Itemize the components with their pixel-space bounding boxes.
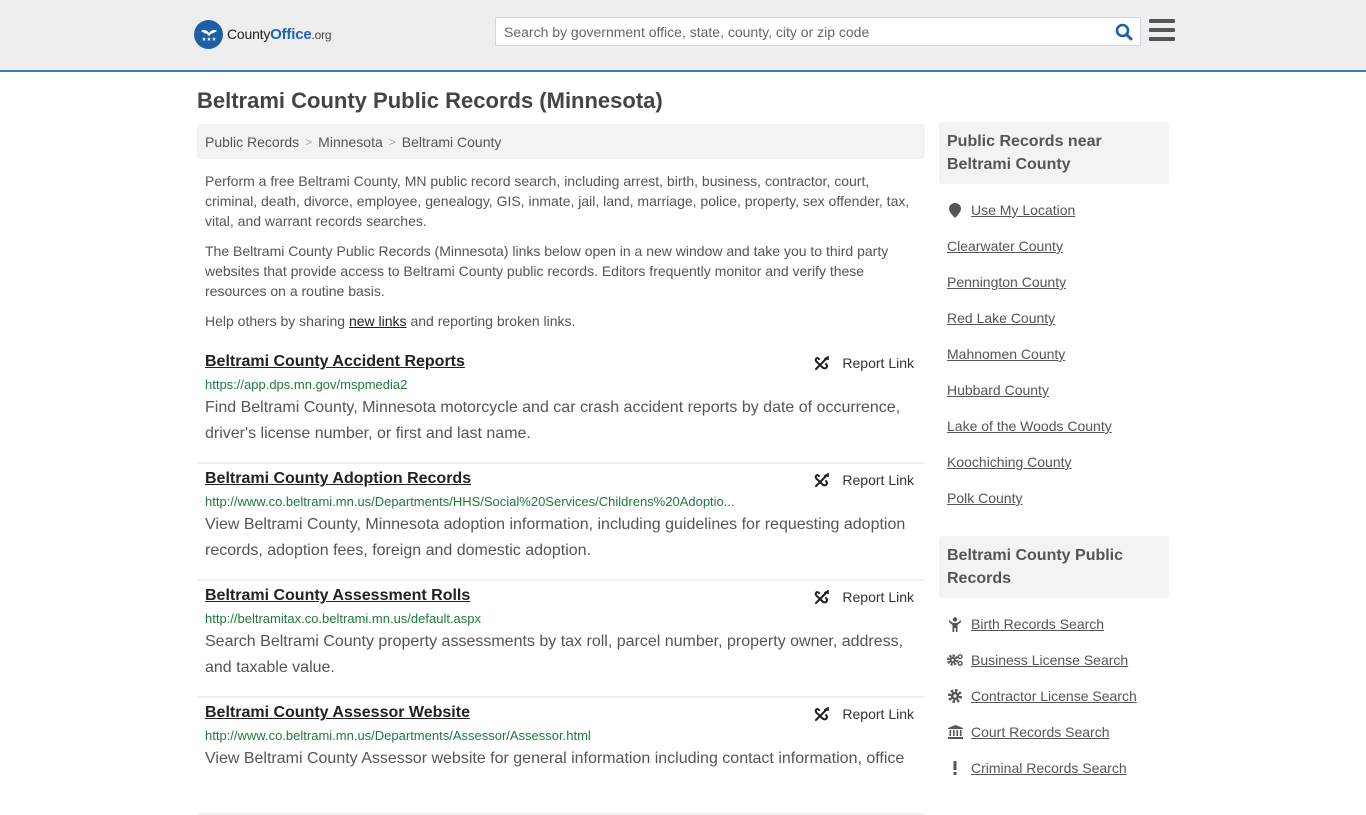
eagle-stars-logo-icon xyxy=(194,20,223,49)
search-button[interactable] xyxy=(1108,18,1140,45)
record-url: https://app.dps.mn.gov/mspmedia2 xyxy=(205,377,408,392)
county-records-heading: Beltrami County Public Records xyxy=(939,536,1169,598)
child-icon xyxy=(947,616,963,632)
nearby-county-link[interactable]: Lake of the Woods County xyxy=(947,418,1112,434)
nearby-county-link[interactable]: Hubbard County xyxy=(947,382,1049,398)
courthouse-icon xyxy=(947,725,963,739)
court-records-link[interactable]: Court Records Search xyxy=(971,724,1110,740)
report-link-label: Report Link xyxy=(842,706,914,722)
record-url: http://beltramitax.co.beltrami.mn.us/def… xyxy=(205,611,482,626)
records-list: Beltrami County Accident Reports Report … xyxy=(197,347,925,815)
broken-link-icon xyxy=(815,356,830,370)
record-title-link[interactable]: Beltrami County Accident Reports xyxy=(205,353,465,370)
breadcrumb-public-records[interactable]: Public Records xyxy=(205,134,299,150)
contractor-license-link[interactable]: Contractor License Search xyxy=(971,688,1137,704)
nearby-county-item: Red Lake County xyxy=(947,300,1161,336)
record-item: Beltrami County Assessor Website Report … xyxy=(197,698,925,815)
county-record-item: Court Records Search xyxy=(947,714,1161,750)
business-license-link[interactable]: Business License Search xyxy=(971,652,1128,668)
intro-text: Perform a free Beltrami County, MN publi… xyxy=(197,171,925,331)
logo-text: CountyOffice.org xyxy=(227,26,332,43)
help-text: Help others by sharing xyxy=(205,313,349,329)
hamburger-bar xyxy=(1149,28,1175,32)
intro-paragraph-3: Help others by sharing new links and rep… xyxy=(205,311,917,331)
nearby-county-item: Pennington County xyxy=(947,264,1161,300)
nearby-county-link[interactable]: Pennington County xyxy=(947,274,1066,290)
nearby-county-item: Koochiching County xyxy=(947,444,1161,480)
broken-link-icon xyxy=(815,590,830,604)
record-title-link[interactable]: Beltrami County Assessor Website xyxy=(205,704,470,721)
county-records-list: Birth Records Search Business License Se… xyxy=(939,606,1169,786)
nearby-county-item: Mahnomen County xyxy=(947,336,1161,372)
sidebar: Public Records near Beltrami County Use … xyxy=(939,122,1169,786)
breadcrumb-separator: > xyxy=(305,134,313,149)
record-item: Beltrami County Accident Reports Report … xyxy=(197,347,925,464)
hamburger-bar xyxy=(1149,37,1175,41)
page-title: Beltrami County Public Records (Minnesot… xyxy=(197,88,663,113)
report-link-button[interactable]: Report Link xyxy=(814,472,914,488)
nearby-county-link[interactable]: Polk County xyxy=(947,490,1022,506)
report-link-label: Report Link xyxy=(842,355,914,371)
broken-link-icon xyxy=(815,473,830,487)
search-input[interactable] xyxy=(496,18,1108,45)
birth-records-link[interactable]: Birth Records Search xyxy=(971,616,1104,632)
record-description: View Beltrami County Assessor website fo… xyxy=(205,750,905,767)
main-content: Public Records > Minnesota > Beltrami Co… xyxy=(197,124,925,815)
nearby-county-link[interactable]: Red Lake County xyxy=(947,310,1055,326)
county-record-item: Contractor License Search xyxy=(947,678,1161,714)
record-item: Beltrami County Adoption Records Report … xyxy=(197,464,925,581)
report-link-button[interactable]: Report Link xyxy=(814,355,914,371)
report-link-label: Report Link xyxy=(842,472,914,488)
logo[interactable]: CountyOffice.org xyxy=(194,20,332,49)
county-record-item: Birth Records Search xyxy=(947,606,1161,642)
report-link-label: Report Link xyxy=(842,589,914,605)
broken-link-icon xyxy=(815,707,830,721)
report-link-button[interactable]: Report Link xyxy=(814,589,914,605)
record-url: http://www.co.beltrami.mn.us/Departments… xyxy=(205,494,735,509)
record-description: Find Beltrami County, Minnesota motorcyc… xyxy=(205,399,901,442)
nearby-counties-list: Use My Location Clearwater County Pennin… xyxy=(939,192,1169,516)
intro-paragraph-1: Perform a free Beltrami County, MN publi… xyxy=(205,173,910,229)
county-record-item: Criminal Records Search xyxy=(947,750,1161,786)
use-my-location-item: Use My Location xyxy=(947,192,1161,228)
record-url: http://www.co.beltrami.mn.us/Departments… xyxy=(205,728,591,743)
breadcrumb-beltrami-county[interactable]: Beltrami County xyxy=(402,134,502,150)
exclamation-icon xyxy=(947,761,963,775)
search-bar xyxy=(495,17,1141,46)
record-description: View Beltrami County, Minnesota adoption… xyxy=(205,516,906,559)
site-header: CountyOffice.org xyxy=(0,0,1366,72)
breadcrumb-separator: > xyxy=(388,134,396,149)
nearby-county-item: Lake of the Woods County xyxy=(947,408,1161,444)
new-links-link[interactable]: new links xyxy=(349,313,407,329)
nearby-county-item: Clearwater County xyxy=(947,228,1161,264)
record-title-link[interactable]: Beltrami County Adoption Records xyxy=(205,470,471,487)
help-text-end: and reporting broken links. xyxy=(406,313,576,329)
gear-icon xyxy=(947,689,963,703)
map-marker-icon xyxy=(947,202,963,218)
use-my-location-link[interactable]: Use My Location xyxy=(971,202,1075,218)
record-item: Beltrami County Assessment Rolls Report … xyxy=(197,581,925,698)
nearby-county-link[interactable]: Koochiching County xyxy=(947,454,1072,470)
record-description: Search Beltrami County property assessme… xyxy=(205,633,904,676)
nearby-county-item: Hubbard County xyxy=(947,372,1161,408)
county-record-item: Business License Search xyxy=(947,642,1161,678)
nearby-county-link[interactable]: Mahnomen County xyxy=(947,346,1065,362)
gears-icon xyxy=(947,653,963,667)
record-title-link[interactable]: Beltrami County Assessment Rolls xyxy=(205,587,470,604)
criminal-records-link[interactable]: Criminal Records Search xyxy=(971,760,1127,776)
search-icon xyxy=(1115,23,1133,40)
nearby-records-heading: Public Records near Beltrami County xyxy=(939,122,1169,184)
nearby-county-item: Polk County xyxy=(947,480,1161,516)
breadcrumb: Public Records > Minnesota > Beltrami Co… xyxy=(197,124,925,159)
breadcrumb-minnesota[interactable]: Minnesota xyxy=(318,134,383,150)
nearby-county-link[interactable]: Clearwater County xyxy=(947,238,1063,254)
report-link-button[interactable]: Report Link xyxy=(814,706,914,722)
intro-paragraph-2: The Beltrami County Public Records (Minn… xyxy=(205,243,889,299)
hamburger-menu-button[interactable] xyxy=(1149,19,1175,43)
hamburger-menu-icon xyxy=(1149,19,1175,23)
